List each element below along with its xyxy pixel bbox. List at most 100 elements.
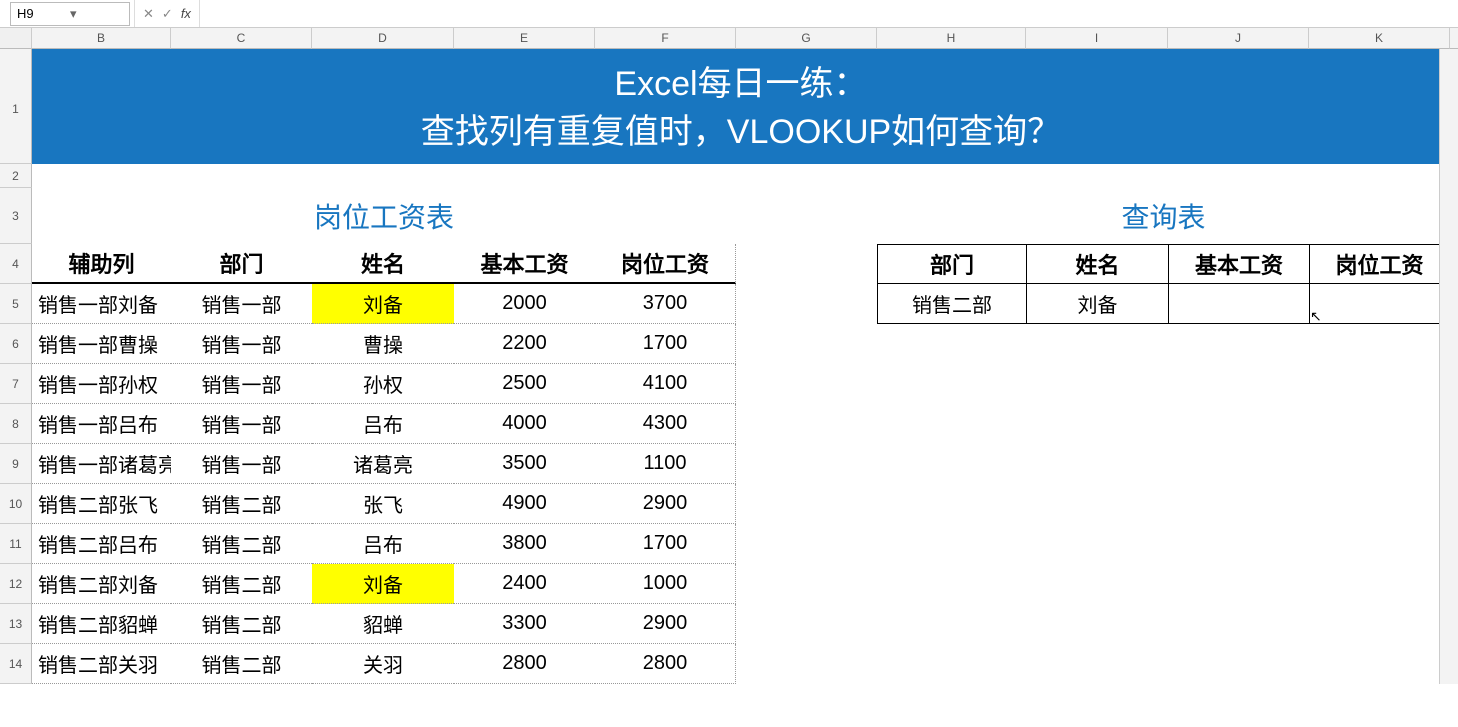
cell-H13[interactable] [877, 604, 1026, 644]
cell-G2[interactable] [736, 164, 877, 188]
cell-D6[interactable]: 曹操 [312, 324, 454, 364]
cell-B13[interactable]: 销售二部貂蝉 [32, 604, 171, 644]
cell-B12[interactable]: 销售二部刘备 [32, 564, 171, 604]
cell-G3[interactable] [736, 188, 877, 244]
cell-B6[interactable]: 销售一部曹操 [32, 324, 171, 364]
lookup-dept[interactable]: 销售二部 [877, 284, 1026, 324]
row-header-10[interactable]: 10 [0, 484, 32, 524]
row-header-6[interactable]: 6 [0, 324, 32, 364]
name-box-dropdown-icon[interactable]: ▾ [70, 6, 123, 22]
cell-K9[interactable] [1309, 444, 1450, 484]
cell-F13[interactable]: 2900 [595, 604, 736, 644]
col-header-E[interactable]: E [454, 28, 595, 49]
cell-K2[interactable] [1309, 164, 1450, 188]
cell-C8[interactable]: 销售一部 [171, 404, 312, 444]
row-header-4[interactable]: 4 [0, 244, 32, 284]
cell-F10[interactable]: 2900 [595, 484, 736, 524]
row-header-14[interactable]: 14 [0, 644, 32, 684]
cell-C12[interactable]: 销售二部 [171, 564, 312, 604]
cell-H9[interactable] [877, 444, 1026, 484]
salary-table-title[interactable]: 岗位工资表 [32, 188, 736, 244]
cell-J8[interactable] [1168, 404, 1309, 444]
row-header-5[interactable]: 5 [0, 284, 32, 324]
cell-E14[interactable]: 2800 [454, 644, 595, 684]
cell-C2[interactable] [171, 164, 312, 188]
col-header-H[interactable]: H [877, 28, 1026, 49]
cell-E12[interactable]: 2400 [454, 564, 595, 604]
col-header-F[interactable]: F [595, 28, 736, 49]
cell-H10[interactable] [877, 484, 1026, 524]
cell-F11[interactable]: 1700 [595, 524, 736, 564]
col-header-I[interactable]: I [1026, 28, 1168, 49]
cell-I10[interactable] [1026, 484, 1168, 524]
row-header-2[interactable]: 2 [0, 164, 32, 188]
cell-J13[interactable] [1168, 604, 1309, 644]
cell-G5[interactable] [736, 284, 877, 324]
cell-E11[interactable]: 3800 [454, 524, 595, 564]
col-header-G[interactable]: G [736, 28, 877, 49]
lookup-hdr-base[interactable]: 基本工资 [1168, 244, 1309, 284]
cell-C9[interactable]: 销售一部 [171, 444, 312, 484]
cell-J7[interactable] [1168, 364, 1309, 404]
cell-C10[interactable]: 销售二部 [171, 484, 312, 524]
cell-B5[interactable]: 销售一部刘备 [32, 284, 171, 324]
row-header-7[interactable]: 7 [0, 364, 32, 404]
fx-icon[interactable]: fx [181, 6, 191, 21]
cell-I12[interactable] [1026, 564, 1168, 604]
cell-K6[interactable] [1309, 324, 1450, 364]
col-header-K[interactable]: K [1309, 28, 1450, 49]
cell-C5[interactable]: 销售一部 [171, 284, 312, 324]
cell-C11[interactable]: 销售二部 [171, 524, 312, 564]
row-header-11[interactable]: 11 [0, 524, 32, 564]
cell-B14[interactable]: 销售二部关羽 [32, 644, 171, 684]
salary-hdr-dept[interactable]: 部门 [171, 244, 312, 284]
cell-I13[interactable] [1026, 604, 1168, 644]
cell-F7[interactable]: 4100 [595, 364, 736, 404]
cell-E8[interactable]: 4000 [454, 404, 595, 444]
lookup-post[interactable] [1309, 284, 1450, 324]
cell-E10[interactable]: 4900 [454, 484, 595, 524]
cell-F6[interactable]: 1700 [595, 324, 736, 364]
cell-I9[interactable] [1026, 444, 1168, 484]
lookup-table-title[interactable]: 查询表 [877, 188, 1450, 244]
cell-K10[interactable] [1309, 484, 1450, 524]
cell-J12[interactable] [1168, 564, 1309, 604]
cell-H8[interactable] [877, 404, 1026, 444]
cell-E6[interactable]: 2200 [454, 324, 595, 364]
cell-E9[interactable]: 3500 [454, 444, 595, 484]
cell-I7[interactable] [1026, 364, 1168, 404]
row-header-8[interactable]: 8 [0, 404, 32, 444]
cell-D7[interactable]: 孙权 [312, 364, 454, 404]
cell-K12[interactable] [1309, 564, 1450, 604]
row-header-1[interactable]: 1 [0, 54, 32, 164]
cell-E7[interactable]: 2500 [454, 364, 595, 404]
cell-F5[interactable]: 3700 [595, 284, 736, 324]
cell-D13[interactable]: 貂蝉 [312, 604, 454, 644]
cell-D14[interactable]: 关羽 [312, 644, 454, 684]
lookup-hdr-name[interactable]: 姓名 [1026, 244, 1168, 284]
row-header-12[interactable]: 12 [0, 564, 32, 604]
cell-G8[interactable] [736, 404, 877, 444]
cell-K14[interactable] [1309, 644, 1450, 684]
cancel-icon[interactable]: ✕ [143, 6, 154, 22]
cell-J6[interactable] [1168, 324, 1309, 364]
cell-E13[interactable]: 3300 [454, 604, 595, 644]
cell-H7[interactable] [877, 364, 1026, 404]
cell-F14[interactable]: 2800 [595, 644, 736, 684]
cell-I11[interactable] [1026, 524, 1168, 564]
cell-G6[interactable] [736, 324, 877, 364]
cell-J10[interactable] [1168, 484, 1309, 524]
cell-E2[interactable] [454, 164, 595, 188]
cell-K8[interactable] [1309, 404, 1450, 444]
lookup-base[interactable] [1168, 284, 1309, 324]
cell-B8[interactable]: 销售一部吕布 [32, 404, 171, 444]
cell-I6[interactable] [1026, 324, 1168, 364]
col-header-D[interactable]: D [312, 28, 454, 49]
cell-G9[interactable] [736, 444, 877, 484]
cell-F8[interactable]: 4300 [595, 404, 736, 444]
cell-D5[interactable]: 刘备 [312, 284, 454, 324]
col-header-B[interactable]: B [32, 28, 171, 49]
cell-F2[interactable] [595, 164, 736, 188]
cell-B2[interactable] [32, 164, 171, 188]
cell-I2[interactable] [1026, 164, 1168, 188]
